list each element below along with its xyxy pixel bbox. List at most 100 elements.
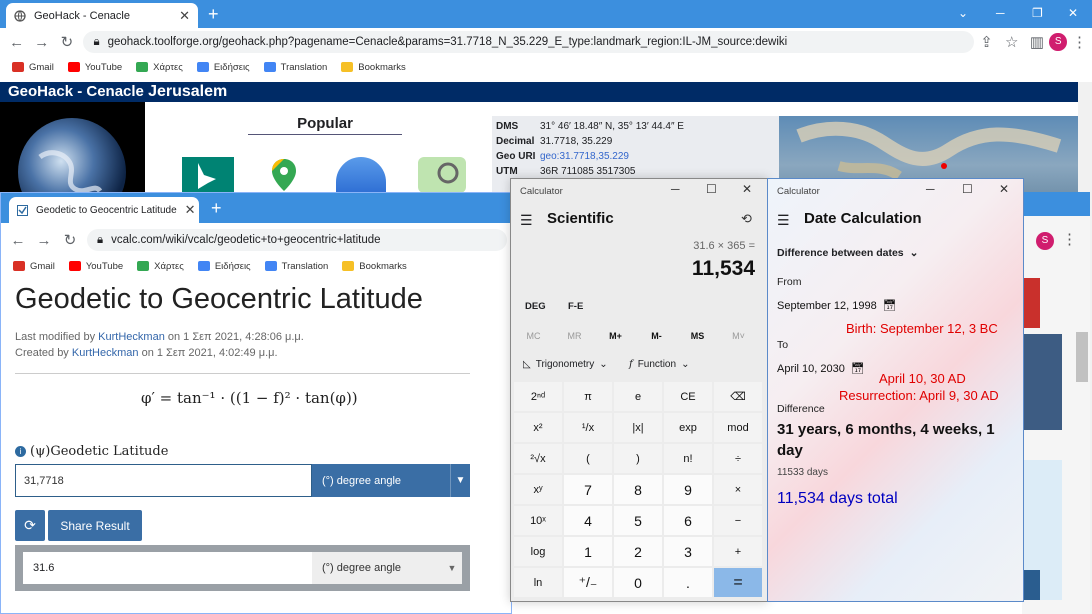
share-result-button[interactable]: Share Result <box>48 510 142 541</box>
equals-button[interactable]: = <box>714 568 762 597</box>
ln-button[interactable]: ln <box>514 568 562 597</box>
star-icon[interactable]: ☆ <box>999 33 1024 51</box>
divide-button[interactable]: ÷ <box>714 444 762 473</box>
deg-button[interactable]: DEG <box>525 301 546 312</box>
google-maps-icon[interactable] <box>266 157 302 193</box>
map-search-icon[interactable] <box>418 157 466 193</box>
bookmark-news[interactable]: Ειδήσεις <box>196 62 250 73</box>
close-paren-button[interactable]: ) <box>614 444 662 473</box>
bookmark-youtube[interactable]: YouTube <box>68 261 123 272</box>
chevron-down-icon[interactable]: ▼ <box>450 464 470 497</box>
bookmark-gmail[interactable]: Gmail <box>13 261 55 272</box>
factorial-button[interactable]: n! <box>664 444 712 473</box>
bookmark-translation[interactable]: Translation <box>264 261 328 272</box>
minimize-icon[interactable]: ─ <box>926 182 935 196</box>
forward-icon[interactable]: → <box>29 34 54 51</box>
close-icon[interactable]: ✕ <box>742 182 752 196</box>
sidepanel-icon[interactable]: ▥ <box>1024 33 1049 51</box>
open-paren-button[interactable]: ( <box>564 444 612 473</box>
from-date-picker[interactable]: September 12, 1998 📅︎ <box>777 299 897 313</box>
hamburger-menu-icon[interactable]: ☰ <box>520 212 533 229</box>
square-button[interactable]: x² <box>514 413 562 442</box>
pi-button[interactable]: π <box>564 382 612 411</box>
backspace-button[interactable]: ⌫ <box>714 382 762 411</box>
google-earth-icon[interactable] <box>336 157 386 193</box>
ms-button[interactable]: MS <box>677 331 718 341</box>
function-dropdown[interactable]: f Function ⌄ <box>629 359 689 370</box>
memory-list-button[interactable]: M˅ <box>718 331 759 341</box>
power-button[interactable]: xʸ <box>514 475 562 504</box>
close-icon[interactable]: ✕ <box>999 182 1009 196</box>
reload-icon[interactable]: ↻ <box>57 231 83 249</box>
bing-icon[interactable] <box>182 157 234 193</box>
bookmark-maps[interactable]: Χάρτες <box>136 62 183 73</box>
bookmark-gmail[interactable]: Gmail <box>12 62 54 73</box>
history-icon[interactable]: ⟲ <box>741 211 752 227</box>
bookmark-youtube[interactable]: YouTube <box>67 62 122 73</box>
menu-icon[interactable]: ⋮ <box>1067 33 1092 51</box>
new-tab-icon[interactable]: + <box>211 199 222 217</box>
second-button[interactable]: 2ⁿᵈ <box>514 382 562 411</box>
latitude-unit-select[interactable]: (°) degree angle <box>312 464 450 497</box>
new-tab-icon[interactable]: + <box>208 5 219 23</box>
close-window-icon[interactable]: ✕ <box>1068 6 1078 20</box>
zero-button[interactable]: 0 <box>614 568 662 597</box>
back-icon[interactable]: ← <box>5 232 31 249</box>
tab-vcalc[interactable]: Geodetic to Geocentric Latitude ✕ <box>9 197 199 223</box>
minus-button[interactable]: − <box>714 506 762 535</box>
two-button[interactable]: 2 <box>614 537 662 566</box>
mr-button[interactable]: MR <box>554 331 595 341</box>
exp-button[interactable]: exp <box>664 413 712 442</box>
address-bar[interactable]: 🔒︎ geohack.toolforge.org/geohack.php?pag… <box>83 31 975 53</box>
avatar[interactable]: S <box>1049 33 1067 51</box>
ce-button[interactable]: CE <box>664 382 712 411</box>
abs-button[interactable]: |x| <box>614 413 662 442</box>
bookmark-folder[interactable]: Bookmarks <box>341 62 406 73</box>
eight-button[interactable]: 8 <box>614 475 662 504</box>
bookmark-folder[interactable]: Bookmarks <box>342 261 407 272</box>
bookmark-maps[interactable]: Χάρτες <box>137 261 184 272</box>
e-button[interactable]: e <box>614 382 662 411</box>
plus-button[interactable]: + <box>714 537 762 566</box>
mod-button[interactable]: mod <box>714 413 762 442</box>
result-unit-select[interactable]: (°) degree angle <box>312 552 442 584</box>
bookmark-translation[interactable]: Translation <box>263 62 327 73</box>
mplus-button[interactable]: M+ <box>595 331 636 341</box>
bookmark-news[interactable]: Ειδήσεις <box>197 261 251 272</box>
maximize-icon[interactable]: ☐ <box>706 182 717 196</box>
log-button[interactable]: log <box>514 537 562 566</box>
seven-button[interactable]: 7 <box>564 475 612 504</box>
trigonometry-dropdown[interactable]: ◺ Trigonometry ⌄ <box>523 359 608 370</box>
latitude-input[interactable] <box>15 464 312 497</box>
close-tab-icon[interactable]: ✕ <box>179 8 190 24</box>
nine-button[interactable]: 9 <box>664 475 712 504</box>
refresh-button[interactable]: ⟳ <box>15 510 45 541</box>
mc-button[interactable]: MC <box>513 331 554 341</box>
decimal-button[interactable]: . <box>664 568 712 597</box>
author-link[interactable]: KurtHeckman <box>98 331 165 343</box>
fe-button[interactable]: F-E <box>568 301 583 312</box>
restore-icon[interactable]: ❐ <box>1032 6 1043 20</box>
menu-icon[interactable]: ⋮ <box>1062 230 1077 248</box>
negate-button[interactable]: ⁺/₋ <box>564 568 612 597</box>
mminus-button[interactable]: M- <box>636 331 677 341</box>
maximize-icon[interactable]: ☐ <box>962 182 973 196</box>
to-date-picker[interactable]: April 10, 2030 📅︎ <box>777 362 865 376</box>
minimize-icon[interactable]: ─ <box>996 6 1005 20</box>
one-button[interactable]: 1 <box>564 537 612 566</box>
difference-mode-dropdown[interactable]: Difference between dates ⌄ <box>777 247 918 259</box>
three-button[interactable]: 3 <box>664 537 712 566</box>
back-icon[interactable]: ← <box>4 34 29 51</box>
chevron-down-icon[interactable]: ▼ <box>442 552 462 584</box>
result-value[interactable]: 31.6 <box>23 562 312 574</box>
author-link[interactable]: KurtHeckman <box>72 347 139 359</box>
avatar[interactable]: S <box>1036 232 1054 250</box>
info-icon[interactable]: i <box>15 446 26 457</box>
minimize-icon[interactable]: ─ <box>671 182 680 196</box>
close-tab-icon[interactable]: ✕ <box>185 202 196 218</box>
ten-power-button[interactable]: 10ˣ <box>514 506 562 535</box>
address-bar[interactable]: 🔒︎ vcalc.com/wiki/vcalc/geodetic+to+geoc… <box>87 229 507 251</box>
four-button[interactable]: 4 <box>564 506 612 535</box>
forward-icon[interactable]: → <box>31 232 57 249</box>
sqrt-button[interactable]: ²√x <box>514 444 562 473</box>
